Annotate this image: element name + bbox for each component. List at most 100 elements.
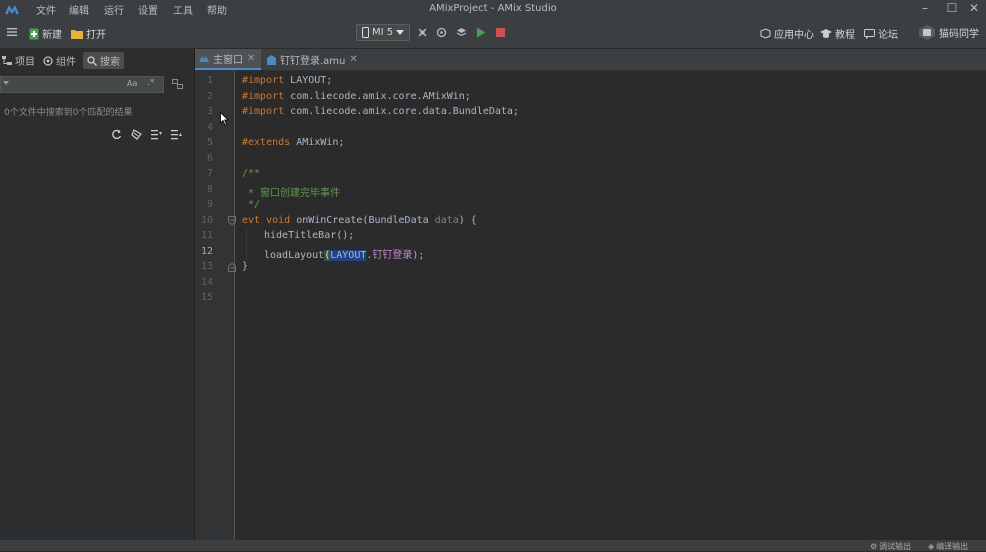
refresh-results-icon[interactable] (111, 129, 122, 140)
regex-toggle[interactable]: .* (147, 78, 154, 88)
code-token: ); (412, 250, 425, 261)
folder-icon (71, 29, 83, 39)
code-token: LAYOUT; (284, 75, 333, 86)
line-number: 11 (200, 230, 213, 241)
phone-icon (361, 27, 369, 38)
close-tab-icon[interactable]: ✕ (349, 54, 357, 65)
open-label: 打开 (86, 30, 106, 41)
compile-output-label: 编译输出 (936, 542, 969, 551)
tab-components[interactable]: 组件 (43, 52, 76, 69)
gear-icon: ⚙ (870, 542, 878, 551)
code-token: evt void (242, 215, 291, 226)
search-history-icon[interactable] (3, 80, 9, 86)
refresh-icon[interactable] (436, 27, 447, 38)
component-icon (43, 55, 53, 66)
tutorial-label: 教程 (835, 30, 855, 41)
code-line: #import com.liecode.amix.core.AMixWin; (242, 91, 471, 102)
device-label: MI 5 (371, 27, 394, 38)
editor-tab-bar: 主窗口 ✕ 钉钉登录.amu ✕ (195, 49, 986, 71)
current-line-number: 12 (200, 246, 213, 257)
device-selector[interactable]: MI 5 (356, 24, 410, 41)
tab-search[interactable]: 搜索 (83, 52, 124, 69)
box-icon (760, 28, 771, 39)
chevron-down-icon (396, 29, 405, 36)
code-line: #import LAYOUT; (242, 75, 332, 86)
line-number: 5 (206, 137, 213, 148)
close-tab-icon[interactable]: ✕ (247, 53, 255, 64)
stop-icon[interactable] (496, 28, 505, 37)
indent-guide (246, 229, 247, 261)
code-line: } (242, 261, 249, 272)
tab-main-window[interactable]: 主窗口 ✕ (195, 49, 261, 70)
tab-project-label: 项目 (15, 57, 35, 68)
run-icon[interactable] (476, 27, 486, 38)
line-number: 15 (200, 292, 213, 303)
tab-components-label: 组件 (56, 57, 76, 68)
user-account-button[interactable]: 猫码同学 (918, 24, 979, 41)
line-number: 1 (206, 75, 213, 86)
code-line: */ (242, 199, 261, 210)
code-token: ) { (458, 215, 477, 226)
layout-file-icon (267, 54, 276, 65)
title-bar: 文件 编辑 运行 设置 工具 帮助 AMixProject - AMix Stu… (0, 0, 986, 18)
match-case-toggle[interactable]: Aa (127, 79, 137, 88)
expand-all-icon[interactable] (151, 129, 162, 140)
forum-label: 论坛 (878, 30, 898, 41)
code-token: #extends (242, 137, 291, 148)
collapse-all-icon[interactable] (171, 129, 182, 140)
tab-project[interactable]: 项目 (2, 52, 35, 69)
maximize-button[interactable]: ☐ (942, 1, 962, 15)
code-token: #import (242, 91, 285, 102)
close-window-button[interactable]: ✕ (964, 1, 984, 15)
code-token: 钉钉登录 (372, 250, 413, 261)
code-token: AMixWin; (290, 137, 345, 148)
debug-output-button[interactable]: ⚙ 调试输出 (870, 541, 911, 552)
search-result-text: 0个文件中搜索到0个匹配的结果 (4, 108, 133, 118)
code-token: #import (242, 75, 285, 86)
clear-results-icon[interactable] (131, 129, 142, 140)
tab-main-window-label: 主窗口 (213, 55, 243, 66)
compile-output-button[interactable]: ◈ 编译输出 (928, 541, 968, 552)
code-line: evt void onWinCreate(BundleData data) { (242, 215, 477, 226)
new-button[interactable]: 新建 (29, 26, 62, 41)
user-label: 猫码同学 (939, 29, 979, 40)
toolbar: 新建 打开 MI 5 应用中心 教程 论坛 猫码同学 (0, 18, 986, 49)
code-line: loadLayout(LAYOUT.钉钉登录); (264, 246, 424, 261)
code-token: loadLayout (264, 250, 325, 261)
code-token: onWinCreate(BundleData (290, 215, 435, 226)
code-line: #extends AMixWin; (242, 137, 344, 148)
layers-icon: ◈ (928, 542, 935, 551)
line-number: 3 (206, 106, 213, 117)
search-input[interactable]: Aa .* (0, 76, 164, 93)
chat-icon (864, 28, 875, 39)
status-bar: ⚙ 调试输出 ◈ 编译输出 (0, 540, 986, 551)
line-number: 2 (206, 91, 213, 102)
line-number: 10 (200, 215, 213, 226)
tab-dingtalk-login-label: 钉钉登录.amu (280, 56, 346, 67)
new-label: 新建 (42, 30, 62, 41)
mouse-cursor-icon (220, 112, 229, 126)
tutorial-button[interactable]: 教程 (820, 26, 855, 41)
app-center-button[interactable]: 应用中心 (760, 26, 814, 41)
layers-icon[interactable] (456, 27, 467, 38)
line-number: 14 (200, 277, 213, 288)
line-number: 13 (200, 261, 213, 272)
search-options-icon[interactable] (172, 79, 183, 89)
fold-end-icon[interactable] (228, 263, 236, 272)
fold-collapse-icon[interactable] (228, 216, 236, 225)
search-icon (87, 55, 97, 66)
minimize-button[interactable]: – (915, 1, 935, 15)
code-line: hideTitleBar(); (264, 230, 355, 241)
line-number: 8 (206, 184, 213, 195)
open-button[interactable]: 打开 (71, 26, 106, 41)
app-center-label: 应用中心 (774, 30, 814, 41)
user-avatar-icon (918, 24, 936, 41)
debug-icon[interactable] (417, 27, 428, 38)
hamburger-menu-icon[interactable] (6, 26, 18, 38)
line-number: 6 (206, 153, 213, 164)
tab-dingtalk-login[interactable]: 钉钉登录.amu ✕ (263, 49, 363, 70)
code-line: /** (242, 168, 261, 179)
forum-button[interactable]: 论坛 (864, 26, 898, 41)
line-number: 7 (206, 168, 213, 179)
debug-output-label: 调试输出 (879, 542, 912, 551)
